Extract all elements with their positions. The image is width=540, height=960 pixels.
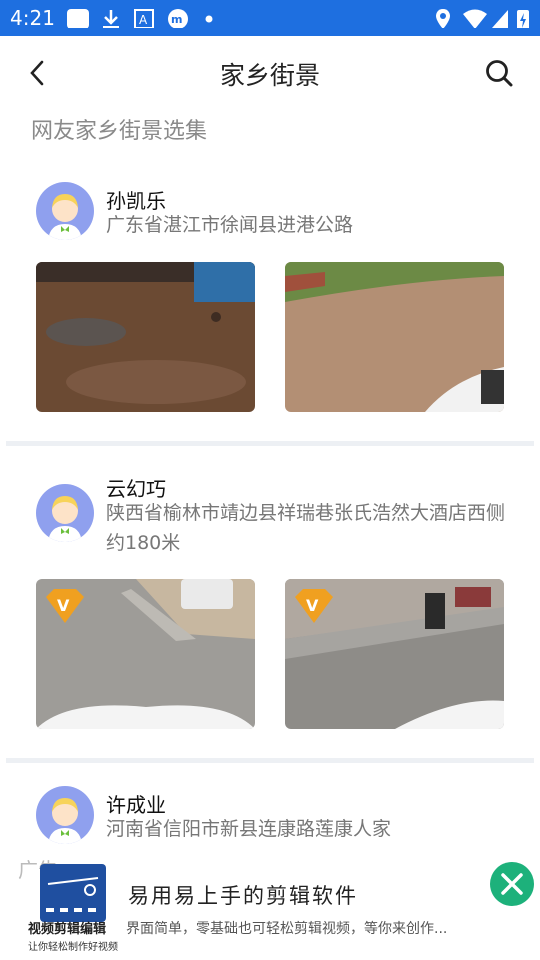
street-photo-image xyxy=(285,262,504,412)
post-card[interactable]: 云幻巧 陕西省榆林市靖边县祥瑞巷张氏浩然大酒店西侧约180米 V V xyxy=(0,460,540,730)
avatar-icon xyxy=(48,194,82,240)
user-address: 河南省信阳市新县连康路莲康人家 xyxy=(106,818,392,840)
ad-banner[interactable]: 广告 视频剪辑编辑 让你轻松制作好视频 易用易上手的剪辑软件 界面简单，零基础也… xyxy=(0,850,540,960)
app-bar: 家乡街景 xyxy=(0,36,540,108)
user-address: 陕西省榆林市靖边县祥瑞巷张氏浩然大酒店西侧约180米 xyxy=(106,502,506,554)
vip-badge-icon: V xyxy=(295,589,333,623)
search-button[interactable] xyxy=(484,58,514,88)
wifi-icon xyxy=(463,9,487,28)
download-icon xyxy=(103,10,119,28)
status-time: 4:21 xyxy=(10,6,55,30)
avatar[interactable] xyxy=(36,786,94,844)
app-notification-icon xyxy=(67,9,89,28)
ad-logo-icon xyxy=(40,864,106,922)
street-photo[interactable]: V xyxy=(285,579,504,729)
vip-badge-label: V xyxy=(306,596,319,615)
avatar[interactable] xyxy=(36,182,94,240)
signal-icon xyxy=(492,10,508,28)
avatar-icon xyxy=(48,496,82,542)
ad-subtext: 界面简单，零基础也可轻松剪辑视频，等你来创作... xyxy=(126,921,448,937)
ad-close-button[interactable] xyxy=(490,862,534,906)
ad-logo-title: 视频剪辑编辑 xyxy=(28,922,107,937)
street-photo[interactable] xyxy=(285,262,504,412)
avatar-icon xyxy=(48,798,82,844)
location-icon xyxy=(436,9,450,28)
app-notification-icon-3: m xyxy=(168,9,188,28)
close-icon xyxy=(501,873,523,895)
battery-icon xyxy=(517,10,529,28)
vip-badge-icon: V xyxy=(46,589,84,623)
post-card[interactable]: 许成业 河南省信阳市新县连康路莲康人家 xyxy=(0,775,540,855)
more-notifications-icon xyxy=(205,15,213,23)
user-address: 广东省湛江市徐闻县进港公路 xyxy=(106,214,354,236)
svg-text:A: A xyxy=(139,13,148,27)
section-title: 网友家乡街景选集 xyxy=(31,119,208,144)
avatar[interactable] xyxy=(36,484,94,542)
street-photo-image xyxy=(36,262,255,412)
svg-text:m: m xyxy=(171,13,182,26)
divider xyxy=(6,441,534,446)
ad-headline[interactable]: 易用易上手的剪辑软件 xyxy=(128,880,358,910)
street-photo[interactable] xyxy=(36,262,255,412)
divider xyxy=(6,758,534,763)
ad-logo-subtitle: 让你轻松制作好视频 xyxy=(28,942,118,953)
app-notification-icon-2: A xyxy=(134,9,154,28)
post-card[interactable]: 孙凯乐 广东省湛江市徐闻县进港公路 xyxy=(0,170,540,440)
street-photo[interactable]: V xyxy=(36,579,255,729)
page-title: 家乡街景 xyxy=(219,61,320,90)
vip-badge-label: V xyxy=(57,596,70,615)
status-bar: 4:21 A m xyxy=(0,0,540,36)
